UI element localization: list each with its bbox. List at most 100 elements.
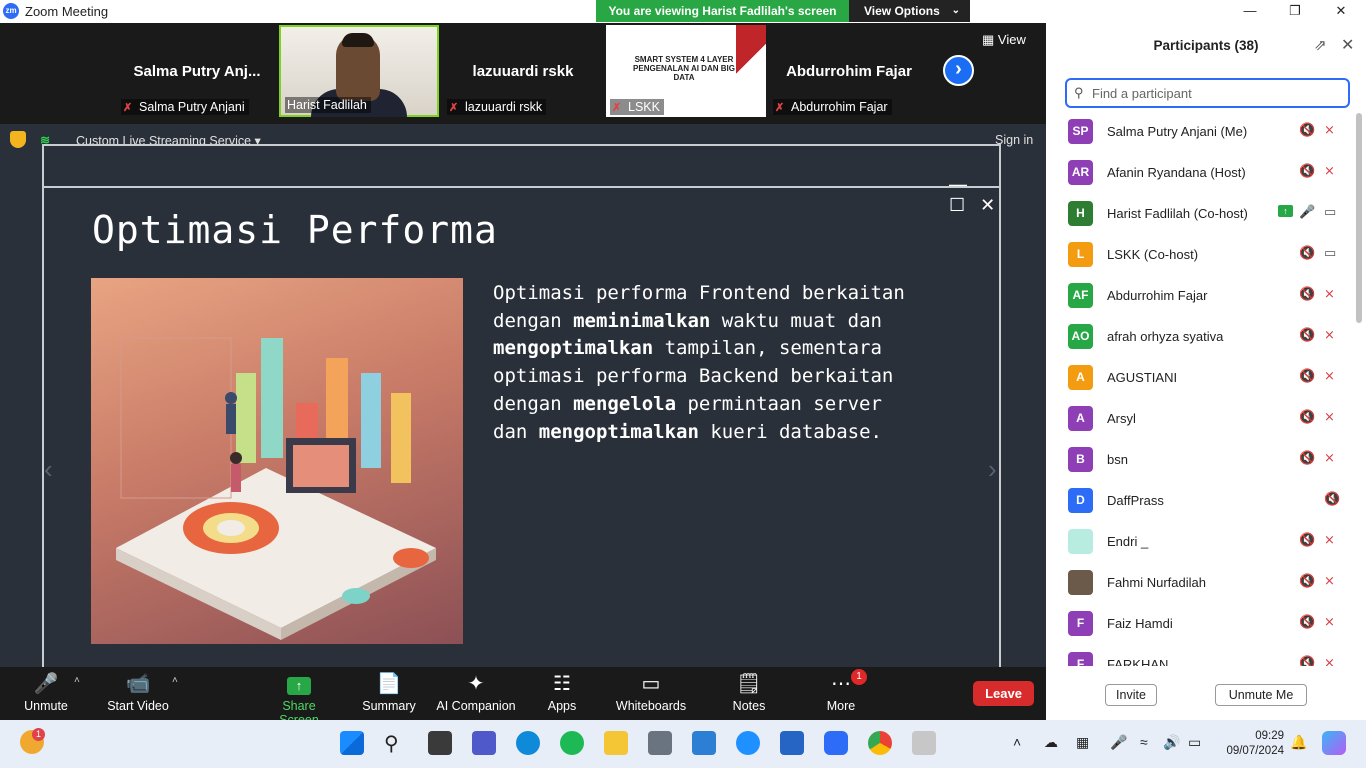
apps-tray-icon[interactable]: ▦ <box>1076 734 1089 751</box>
start-video-button[interactable]: 📹 Start Video <box>104 667 172 720</box>
apps-icon: ☷ <box>553 673 571 695</box>
calculator-icon[interactable] <box>648 731 672 755</box>
video-tile-lskk[interactable]: SMART SYSTEM 4 LAYER PENGENALAN AI DAN B… <box>606 25 766 117</box>
video-off-icon[interactable]: ⨯ <box>1324 122 1335 138</box>
share-screen-button[interactable]: ↑ Share Screen <box>262 667 336 727</box>
chevron-up-icon[interactable]: ˄ <box>1013 734 1021 750</box>
participant-row[interactable]: Bbsn 🔇 ⨯ <box>1046 439 1356 480</box>
mic-muted-icon[interactable]: 🔇 <box>1299 286 1315 302</box>
windows-start-icon[interactable] <box>340 731 364 755</box>
mic-muted-icon[interactable]: 🔇 <box>1299 122 1315 138</box>
popout-icon[interactable]: ⇗ <box>1314 36 1327 54</box>
notification-bell-icon[interactable]: 🔔 <box>1290 734 1307 751</box>
participant-row[interactable]: Endri _ 🔇 ⨯ <box>1046 521 1356 562</box>
zoom-taskbar-icon[interactable] <box>824 731 848 755</box>
search-icon[interactable]: ⚲ <box>384 731 408 755</box>
windows-taskbar: 1 ⚲ ˄ ☁ ▦ 🎤 ≈ 🔊 ▭ 09:29 09/07/2024 🔔 <box>0 720 1366 768</box>
video-off-icon[interactable]: ⨯ <box>1324 409 1335 425</box>
video-off-icon[interactable]: ⨯ <box>1324 573 1335 589</box>
video-off-icon[interactable]: ⨯ <box>1324 327 1335 343</box>
mic-muted-icon[interactable]: 🔇 <box>1299 245 1315 261</box>
news-icon[interactable] <box>780 731 804 755</box>
participant-row[interactable]: AF Abdurrohim Fajar 🔇 ⨯ <box>1046 275 1356 316</box>
store-icon[interactable] <box>692 731 716 755</box>
video-tile-abdurrohim[interactable]: Abdurrohim Fajar ✗ Abdurrohim Fajar <box>769 25 929 117</box>
summary-button[interactable]: 📄 Summary <box>358 667 420 720</box>
participant-row[interactable]: AR Afanin Ryandana (Host) 🔇 ⨯ <box>1046 152 1356 193</box>
help-icon[interactable] <box>736 731 760 755</box>
participant-row[interactable]: Fahmi Nurfadilah 🔇 ⨯ <box>1046 562 1356 603</box>
teams-icon[interactable] <box>472 731 496 755</box>
close-button[interactable]: ✕ <box>1318 0 1364 22</box>
video-tile-harist[interactable]: Harist Fadlilah <box>279 25 439 117</box>
wifi-icon[interactable]: ≈ <box>1140 734 1148 750</box>
slide-text-segment: tampilan, sementara <box>653 337 882 360</box>
view-options-button[interactable]: View Options ⌄ <box>849 0 970 22</box>
whiteboards-button[interactable]: ▭ Whiteboards <box>614 667 688 720</box>
mic-muted-icon[interactable]: 🔇 <box>1299 409 1315 425</box>
cloud-offline-icon[interactable]: ☁ <box>1044 734 1058 751</box>
view-button[interactable]: ▦ View <box>982 32 1038 54</box>
leave-button[interactable]: Leave <box>973 681 1034 706</box>
maximize-button[interactable]: ❐ <box>1272 0 1318 22</box>
video-off-icon[interactable]: ⨯ <box>1324 614 1335 630</box>
mic-muted-icon[interactable]: 🔇 <box>1324 491 1340 507</box>
mic-muted-icon[interactable]: 🔇 <box>1299 450 1315 466</box>
mic-muted-icon[interactable]: 🔇 <box>1299 327 1315 343</box>
participant-row[interactable]: F Faiz Hamdi 🔇 ⨯ <box>1046 603 1356 644</box>
participant-row[interactable]: A Arsyl 🔇 ⨯ <box>1046 398 1356 439</box>
gallery-next-button[interactable]: › <box>943 55 974 86</box>
video-camera-icon[interactable]: ▭ <box>1324 245 1336 261</box>
video-off-icon[interactable]: ⨯ <box>1324 368 1335 384</box>
participant-row[interactable]: D DaffPrass 🔇 <box>1046 480 1356 521</box>
mic-muted-icon[interactable]: 🔇 <box>1299 573 1315 589</box>
shield-icon[interactable] <box>10 131 26 148</box>
participant-list-scrollbar[interactable] <box>1356 113 1362 323</box>
file-explorer-icon[interactable] <box>604 731 628 755</box>
mic-muted-icon[interactable]: 🔇 <box>1299 614 1315 630</box>
volume-icon[interactable]: 🔊 <box>1163 734 1180 751</box>
video-off-icon[interactable]: ⨯ <box>1324 655 1335 666</box>
audio-options-caret[interactable]: ˄ <box>74 675 80 686</box>
close-icon[interactable]: ✕ <box>1341 35 1354 55</box>
apps-button[interactable]: ☷ Apps <box>540 667 584 720</box>
clock[interactable]: 09:29 09/07/2024 <box>1220 729 1284 759</box>
notes-button[interactable]: 🗒 Notes <box>728 667 770 720</box>
ai-companion-button[interactable]: ✦ AI Companion <box>434 667 518 720</box>
participant-search[interactable]: ⚲ <box>1065 78 1350 108</box>
video-off-icon[interactable]: ⨯ <box>1324 450 1335 466</box>
summary-label: Summary <box>362 699 416 713</box>
participant-row[interactable]: H Harist Fadlilah (Co-host) ↑ 🎤 ▭ <box>1046 193 1356 234</box>
participant-row[interactable]: AO afrah orhyza syativa 🔇 ⨯ <box>1046 316 1356 357</box>
chrome-icon[interactable] <box>868 731 892 755</box>
invite-button[interactable]: Invite <box>1105 684 1157 706</box>
mic-muted-icon[interactable]: 🔇 <box>1299 368 1315 384</box>
battery-icon[interactable]: ▭ <box>1188 734 1201 751</box>
microphone-icon[interactable]: 🎤 <box>1299 204 1315 220</box>
snipping-tool-icon[interactable] <box>912 731 936 755</box>
participant-row[interactable]: A AGUSTIANI 🔇 ⨯ <box>1046 357 1356 398</box>
unmute-button[interactable]: 🎤 Unmute <box>18 667 74 720</box>
edge-icon[interactable] <box>516 731 540 755</box>
video-tile-lazuuardi[interactable]: lazuuardi rskk ✗ lazuuardi rskk <box>443 25 603 117</box>
video-off-icon[interactable]: ⨯ <box>1324 163 1335 179</box>
video-off-icon[interactable]: ⨯ <box>1324 286 1335 302</box>
mic-muted-icon[interactable]: 🔇 <box>1299 655 1315 666</box>
participant-row[interactable]: F FARKHAN 🔇 ⨯ <box>1046 644 1356 666</box>
participant-row[interactable]: L LSKK (Co-host) 🔇 ▭ <box>1046 234 1356 275</box>
participant-row[interactable]: SP Salma Putry Anjani (Me) 🔇 ⨯ <box>1046 111 1356 152</box>
video-tile-salma[interactable]: Salma Putry Anj... ✗ Salma Putry Anjani <box>117 25 277 117</box>
participant-search-input[interactable] <box>1092 84 1342 102</box>
mic-muted-icon[interactable]: 🔇 <box>1299 532 1315 548</box>
mic-muted-icon[interactable]: 🔇 <box>1299 163 1315 179</box>
task-view-icon[interactable] <box>428 731 452 755</box>
minimize-button[interactable]: — <box>1227 0 1273 22</box>
unmute-me-button[interactable]: Unmute Me <box>1215 684 1307 706</box>
copilot-icon[interactable] <box>1322 731 1346 755</box>
video-off-icon[interactable]: ⨯ <box>1324 532 1335 548</box>
spotify-icon[interactable] <box>560 731 584 755</box>
ai-companion-label: AI Companion <box>436 699 516 713</box>
video-options-caret[interactable]: ˄ <box>172 675 178 686</box>
video-camera-icon[interactable]: ▭ <box>1324 204 1336 220</box>
microphone-icon[interactable]: 🎤 <box>1110 734 1127 751</box>
